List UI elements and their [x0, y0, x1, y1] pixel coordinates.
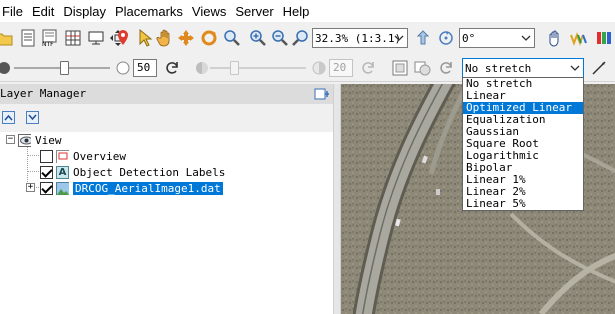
- chevron-down-icon: [394, 35, 404, 41]
- rotate-icon[interactable]: [199, 28, 219, 48]
- main-toolbar: NTF 32.3% (1:3.1) 0°: [0, 22, 615, 54]
- color-wave-icon[interactable]: [569, 28, 589, 48]
- rgb-bands-icon[interactable]: [594, 28, 614, 48]
- refresh-disabled-icon[interactable]: [358, 58, 378, 78]
- rotation-value: 0°: [462, 31, 476, 45]
- contrast-slider-track: [210, 67, 306, 69]
- layer-manager-header: Layer Manager: [0, 84, 333, 104]
- layer-label: Overview: [73, 149, 126, 163]
- brightness-light-icon: [113, 58, 133, 78]
- move-layer-up-icon[interactable]: [2, 111, 15, 124]
- menu-file[interactable]: File: [0, 4, 32, 19]
- zoom-level-value: 32.3% (1:3.1): [315, 31, 402, 45]
- stretch-option-linear-5[interactable]: Linear 5%: [463, 198, 583, 210]
- tree-connector: [27, 171, 39, 172]
- layer-row-aerial-image[interactable]: DRCOG_AerialImage1.dat: [40, 180, 223, 196]
- layer-manager-toolbar: [0, 104, 333, 132]
- brightness-value-field[interactable]: 50: [133, 59, 157, 77]
- collapse-view-toggle[interactable]: −: [6, 135, 15, 144]
- move-layer-down-icon[interactable]: [26, 111, 39, 124]
- document-list-icon[interactable]: [18, 28, 38, 48]
- layer-manager-title: Layer Manager: [0, 87, 87, 100]
- zoom-active-icon[interactable]: [291, 28, 311, 48]
- grid-table-icon[interactable]: [63, 28, 83, 48]
- svg-text:NTF: NTF: [42, 41, 54, 47]
- menu-bar: File Edit Display Placemarks Views Serve…: [0, 0, 615, 22]
- contrast-low-icon: [192, 58, 212, 78]
- select-arrow-icon[interactable]: [135, 28, 155, 48]
- tree-connector: [27, 155, 39, 156]
- stretch-combo[interactable]: No stretch: [462, 58, 584, 78]
- pan-hand-icon[interactable]: [155, 28, 175, 48]
- chevron-down-icon: [521, 35, 531, 41]
- contrast-high-icon: [309, 58, 329, 78]
- north-up-icon[interactable]: [414, 28, 434, 48]
- menu-display[interactable]: Display: [63, 4, 115, 19]
- vehicle: [436, 189, 440, 195]
- layer-row-object-detection-labels[interactable]: A Object Detection Labels: [40, 164, 225, 180]
- menu-server[interactable]: Server: [235, 4, 282, 19]
- magnifier-icon[interactable]: [222, 28, 242, 48]
- brightness-dark-icon: [0, 58, 14, 78]
- view-eye-icon: [18, 133, 31, 147]
- overview-icon: [56, 149, 69, 163]
- brightness-slider[interactable]: [14, 58, 110, 78]
- expand-raster-toggle[interactable]: +: [26, 183, 35, 192]
- object-detection-labels-checkbox[interactable]: [40, 165, 53, 179]
- aerial-image-checkbox[interactable]: [40, 181, 53, 195]
- zoom-out-icon[interactable]: [270, 28, 290, 48]
- brightness-slider-thumb[interactable]: [60, 61, 69, 75]
- move-arrows-icon[interactable]: [176, 28, 196, 48]
- stretch-dropdown-list[interactable]: No stretch Linear Optimized Linear Equal…: [462, 77, 584, 211]
- menu-placemarks[interactable]: Placemarks: [115, 4, 192, 19]
- layer-label: Object Detection Labels: [73, 165, 226, 179]
- tree-root-view[interactable]: View: [18, 132, 62, 148]
- zoom-level-combo[interactable]: 32.3% (1:3.1): [312, 28, 408, 48]
- panel-splitter[interactable]: [333, 84, 341, 314]
- layer-tree: − View Overview A Object Detection Label…: [0, 132, 333, 314]
- sharpen-icon[interactable]: [589, 58, 609, 78]
- grab-hand-icon[interactable]: [545, 28, 565, 48]
- chip-extent-icon[interactable]: [390, 58, 410, 78]
- link-views-icon[interactable]: [413, 58, 433, 78]
- menu-views[interactable]: Views: [192, 4, 235, 19]
- refresh-view-icon[interactable]: [436, 58, 456, 78]
- menu-help[interactable]: Help: [283, 4, 319, 19]
- ntf-document-icon[interactable]: NTF: [40, 28, 60, 48]
- overview-checkbox[interactable]: [40, 149, 53, 163]
- zoom-in-icon[interactable]: [248, 28, 268, 48]
- chevron-down-icon: [570, 65, 580, 71]
- refresh-icon[interactable]: [162, 58, 182, 78]
- layer-row-overview[interactable]: Overview: [40, 148, 126, 164]
- rotation-combo[interactable]: 0°: [459, 28, 535, 48]
- stretch-value: No stretch: [465, 61, 532, 75]
- rotate-view-icon[interactable]: [436, 28, 456, 48]
- monitor-icon[interactable]: [86, 28, 106, 48]
- open-folder-icon[interactable]: [0, 28, 14, 48]
- menu-edit[interactable]: Edit: [32, 4, 63, 19]
- annotation-icon: A: [56, 165, 69, 179]
- contrast-value-field[interactable]: 20: [329, 59, 353, 77]
- layer-label-selected: DRCOG_AerialImage1.dat: [73, 181, 223, 195]
- placemark-pin-icon[interactable]: [113, 28, 133, 48]
- view-label: View: [35, 133, 62, 147]
- layer-manager-panel: Layer Manager − View Overview A Object D…: [0, 84, 333, 314]
- contrast-slider-thumb[interactable]: [230, 61, 239, 75]
- raster-icon: [56, 181, 69, 195]
- contrast-slider[interactable]: [210, 58, 306, 78]
- dock-pin-icon[interactable]: [314, 86, 330, 102]
